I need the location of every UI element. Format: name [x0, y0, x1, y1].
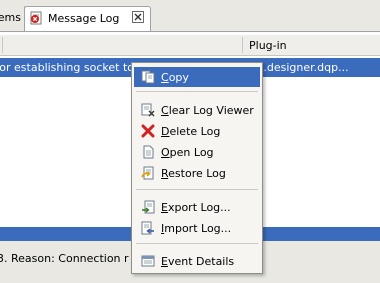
details-text: 3. Reason: Connection r — [0, 252, 129, 265]
menu-item-copy[interactable]: Copy — [134, 67, 260, 87]
menu-item-restore-log[interactable]: Restore Log — [134, 163, 260, 183]
menu-item-label: Open Log — [161, 146, 214, 159]
restore-log-icon — [141, 166, 154, 180]
menu-item-export-log[interactable]: Export Log... — [134, 197, 260, 217]
delete-icon — [141, 124, 155, 138]
copy-icon — [141, 70, 155, 84]
tab-message-log-label: Message Log — [48, 12, 120, 25]
menu-item-label: Delete Log — [161, 125, 221, 138]
tab-underline — [0, 31, 380, 32]
import-log-icon — [141, 221, 154, 235]
event-details-icon — [141, 255, 155, 267]
menu-separator — [136, 91, 258, 92]
clear-log-icon — [141, 103, 155, 117]
menu-item-clear-log-viewer[interactable]: Clear Log Viewer — [134, 100, 260, 120]
column-separator[interactable] — [242, 37, 243, 53]
column-header-plugin[interactable]: Plug-in — [249, 39, 287, 52]
tab-problems-label: ems — [0, 11, 21, 24]
menu-item-label: Export Log... — [161, 201, 231, 214]
table-header: Plug-in — [0, 35, 380, 56]
menu-separator — [136, 243, 258, 244]
menu-item-label: Clear Log Viewer — [161, 104, 254, 117]
column-separator[interactable] — [2, 37, 3, 53]
menu-item-label: Restore Log — [161, 167, 226, 180]
menu-item-import-log[interactable]: Import Log... — [134, 218, 260, 238]
tab-problems[interactable]: ems — [0, 6, 25, 31]
menu-item-delete-log[interactable]: Delete Log — [134, 121, 260, 141]
menu-item-label: Import Log... — [161, 222, 232, 235]
menu-separator — [136, 189, 258, 190]
open-log-icon — [143, 145, 154, 159]
export-log-icon — [142, 200, 155, 214]
menu-item-label: Event Details — [161, 255, 235, 268]
message-log-icon — [30, 11, 42, 25]
context-menu: Copy Clear Log Viewer Delete Log Open Lo… — [131, 62, 263, 274]
menu-item-label: Copy — [161, 71, 189, 84]
menu-item-event-details[interactable]: Event Details — [134, 251, 260, 271]
menu-item-open-log[interactable]: Open Log — [134, 142, 260, 162]
tab-message-log[interactable]: Message Log — [24, 6, 151, 31]
close-icon[interactable] — [132, 11, 144, 23]
